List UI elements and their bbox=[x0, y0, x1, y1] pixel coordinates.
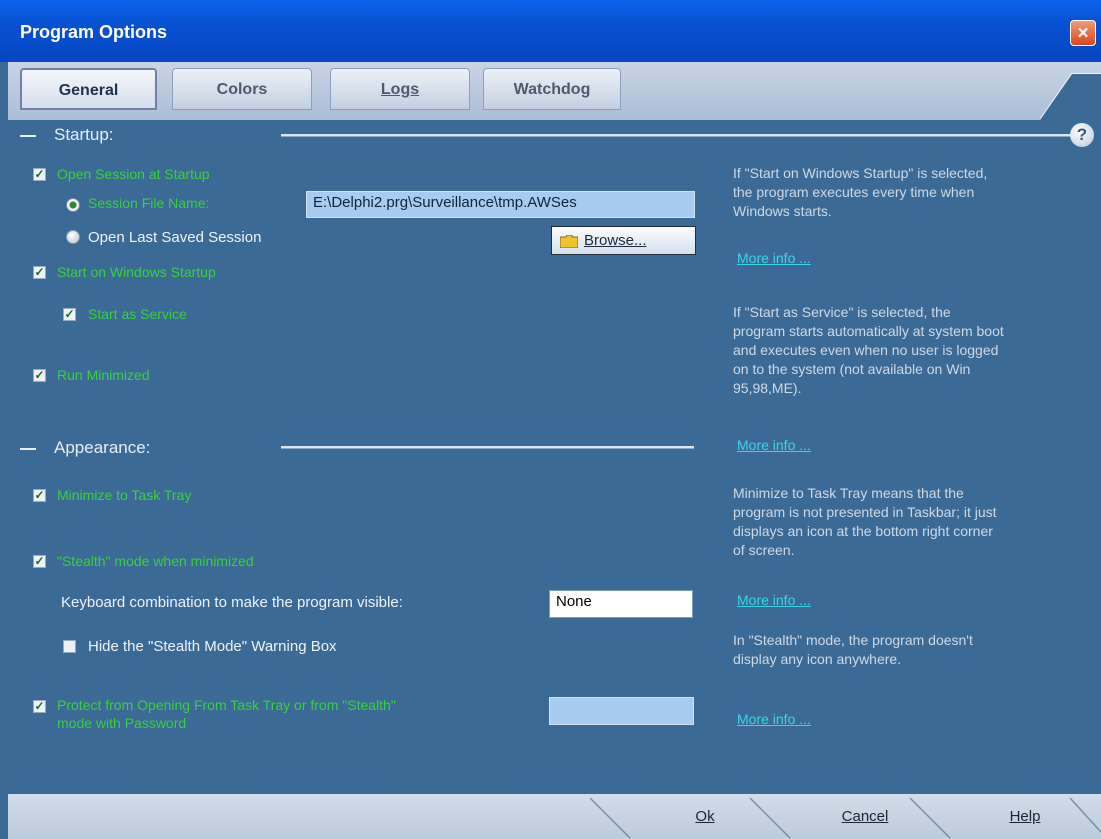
folder-icon bbox=[560, 234, 578, 248]
label-protect-line2[interactable]: mode with Password bbox=[57, 715, 186, 731]
section-dash bbox=[20, 135, 36, 137]
checkbox-run-minimized[interactable]: ✓ bbox=[33, 369, 46, 382]
label-run-minimized[interactable]: Run Minimized bbox=[57, 367, 150, 383]
password-input[interactable] bbox=[549, 697, 694, 725]
tab-strip-edge bbox=[1040, 73, 1101, 120]
checkbox-hide-warning[interactable] bbox=[63, 640, 76, 653]
more-info-link[interactable]: More info ... bbox=[737, 592, 811, 608]
info-line: the program executes every time when bbox=[733, 184, 975, 200]
window-title: Program Options bbox=[20, 22, 168, 42]
label-open-last[interactable]: Open Last Saved Session bbox=[88, 229, 261, 246]
label-session-file[interactable]: Session File Name: bbox=[88, 195, 209, 211]
checkbox-start-windows[interactable]: ✓ bbox=[33, 266, 46, 279]
checkbox-start-service[interactable]: ✓ bbox=[63, 308, 76, 321]
info-line: and executes even when no user is logged bbox=[733, 342, 999, 358]
info-stealth: In "Stealth" mode, the program doesn't d… bbox=[733, 631, 973, 669]
browse-button[interactable]: Browse... bbox=[551, 226, 696, 255]
close-button[interactable]: × bbox=[1070, 20, 1096, 46]
more-info-link[interactable]: More info ... bbox=[737, 250, 811, 266]
info-minimize-tray: Minimize to Task Tray means that the pro… bbox=[733, 484, 997, 560]
ok-button[interactable]: Ok bbox=[640, 800, 770, 836]
tab-watchdog[interactable]: Watchdog bbox=[483, 68, 621, 110]
label-minimize-tray[interactable]: Minimize to Task Tray bbox=[57, 487, 191, 503]
label-keyboard-combination: Keyboard combination to make the program… bbox=[61, 594, 403, 611]
help-button[interactable]: Help bbox=[960, 800, 1090, 836]
info-start-service: If "Start as Service" is selected, the p… bbox=[733, 303, 1004, 398]
info-line: Minimize to Task Tray means that the bbox=[733, 485, 964, 501]
section-dash bbox=[20, 448, 36, 450]
browse-label: Browse... bbox=[584, 232, 647, 249]
more-info-link[interactable]: More info ... bbox=[737, 437, 811, 453]
tab-general[interactable]: General bbox=[20, 68, 157, 110]
cancel-button[interactable]: Cancel bbox=[800, 800, 930, 836]
info-start-windows: If "Start on Windows Startup" is selecte… bbox=[733, 164, 987, 221]
tab-colors[interactable]: Colors bbox=[172, 68, 312, 110]
info-line: display any icon anywhere. bbox=[733, 651, 902, 667]
cancel-label: Cancel bbox=[841, 808, 889, 825]
client-area bbox=[8, 120, 1101, 794]
tab-logs-label: Logs bbox=[380, 81, 420, 98]
info-line: on to the system (not available on Win bbox=[733, 361, 971, 377]
info-line: displays an icon at the bottom right cor… bbox=[733, 523, 993, 539]
more-info-link[interactable]: More info ... bbox=[737, 711, 811, 727]
info-line: of screen. bbox=[733, 542, 795, 558]
section-divider bbox=[281, 446, 694, 448]
ok-label: Ok bbox=[695, 808, 715, 825]
help-icon[interactable]: ? bbox=[1070, 123, 1094, 147]
label-protect-line1[interactable]: Protect from Opening From Task Tray or f… bbox=[57, 697, 396, 713]
info-line: In "Stealth" mode, the program doesn't bbox=[733, 632, 973, 648]
section-heading-startup: Startup: bbox=[54, 125, 114, 144]
session-file-input[interactable]: E:\Delphi2.prg\Surveillance\tmp.AWSes bbox=[306, 191, 695, 218]
info-line: If "Start as Service" is selected, the bbox=[733, 304, 951, 320]
checkbox-minimize-tray[interactable]: ✓ bbox=[33, 489, 46, 502]
label-start-service[interactable]: Start as Service bbox=[88, 306, 187, 322]
info-line: program starts automatically at system b… bbox=[733, 323, 1004, 339]
label-open-session[interactable]: Open Session at Startup bbox=[57, 166, 210, 182]
label-start-windows[interactable]: Start on Windows Startup bbox=[57, 264, 216, 280]
help-label: Help bbox=[1009, 808, 1041, 825]
checkbox-stealth[interactable]: ✓ bbox=[33, 555, 46, 568]
label-hide-warning[interactable]: Hide the "Stealth Mode" Warning Box bbox=[88, 638, 337, 655]
info-line: Windows starts. bbox=[733, 203, 832, 219]
checkbox-protect[interactable]: ✓ bbox=[33, 700, 46, 713]
info-line: If "Start on Windows Startup" is selecte… bbox=[733, 165, 988, 181]
checkbox-open-session[interactable]: ✓ bbox=[33, 168, 46, 181]
radio-open-last[interactable] bbox=[66, 230, 80, 244]
keyboard-combination-input[interactable]: None bbox=[549, 590, 693, 618]
label-stealth[interactable]: "Stealth" mode when minimized bbox=[57, 553, 254, 569]
section-divider bbox=[281, 134, 1071, 136]
radio-session-file[interactable] bbox=[66, 198, 80, 212]
info-line: program is not presented in Taskbar; it … bbox=[733, 504, 997, 520]
tab-logs[interactable]: Logs bbox=[330, 68, 470, 110]
info-line: 95,98,ME). bbox=[733, 380, 802, 396]
section-heading-appearance: Appearance: bbox=[54, 438, 151, 457]
